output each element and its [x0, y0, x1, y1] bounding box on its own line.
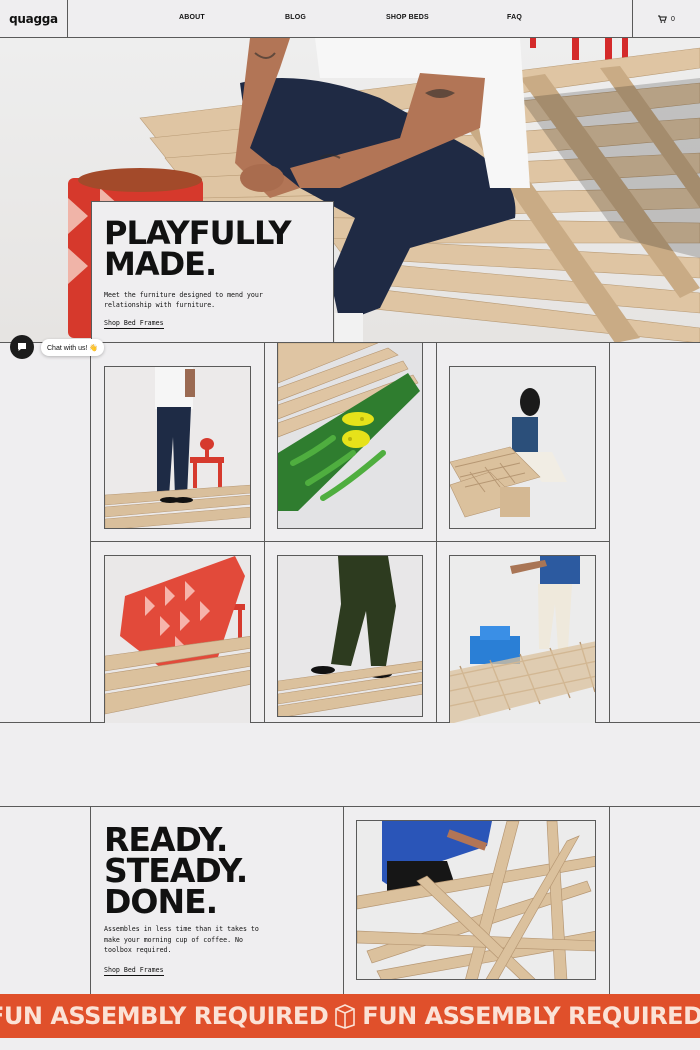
grid-divider — [0, 806, 700, 807]
grid-divider — [90, 343, 91, 723]
nav-faq[interactable]: FAQ — [507, 14, 522, 21]
chat-icon — [18, 343, 26, 351]
assembly-photo[interactable] — [356, 820, 596, 980]
hero-title-line-2: MADE. — [104, 245, 217, 283]
grid-divider — [436, 343, 437, 723]
grid-divider — [264, 343, 265, 723]
hero-description: Meet the furniture designed to mend your… — [104, 291, 263, 309]
cart-icon — [658, 15, 667, 23]
ready-description: Assembles in less time than it takes to … — [104, 925, 259, 954]
product-photo-crate-image — [450, 556, 595, 723]
grid-divider — [609, 806, 610, 994]
marquee-text: FUN ASSEMBLY REQUIRED — [0, 1002, 329, 1030]
hero-section: PLAYFULLY MADE. Meet the furniture desig… — [0, 38, 700, 343]
product-photo-standing-image — [105, 367, 250, 528]
ready-title-line-3: DONE. — [104, 882, 218, 921]
product-photo-mat-image — [278, 343, 422, 528]
nav-blog[interactable]: BLOG — [285, 14, 306, 21]
marquee-text: FUN ASSEMBLY REQUIRED — [362, 1002, 700, 1030]
product-photo-blanket-image — [105, 556, 250, 723]
assembly-photo-image — [357, 821, 595, 979]
marquee-banner: FUN ASSEMBLY REQUIRED FUN ASSEMBLY REQUI… — [0, 994, 700, 1038]
chat-button[interactable] — [10, 335, 34, 359]
shop-bed-frames-link[interactable]: Shop Bed Frames — [104, 319, 164, 329]
bottom-strip — [0, 1038, 700, 1050]
grid-divider — [343, 806, 344, 994]
nav-about[interactable]: ABOUT — [179, 14, 205, 21]
cart-button[interactable]: 0 — [632, 0, 700, 38]
logo[interactable]: quagga — [0, 0, 68, 38]
hero-card: PLAYFULLY MADE. Meet the furniture desig… — [91, 201, 334, 342]
grid-divider — [90, 541, 610, 542]
nav-shop-beds[interactable]: SHOP BEDS — [386, 14, 429, 21]
product-photo-blanket[interactable] — [104, 555, 251, 723]
hero-title: PLAYFULLY MADE. — [104, 217, 321, 283]
grid-divider — [609, 343, 610, 723]
ready-title: READY. STEADY. DONE. — [104, 823, 248, 921]
site-header: quagga ABOUT BLOG SHOP BEDS FAQ 0 — [0, 0, 700, 38]
product-photo-grid-woman[interactable] — [449, 366, 596, 529]
box-icon — [335, 1004, 356, 1029]
product-photo-mat[interactable] — [277, 343, 423, 529]
cart-count: 0 — [671, 15, 675, 23]
shop-bed-frames-link-2[interactable]: Shop Bed Frames — [104, 966, 164, 976]
product-photo-walking-image — [278, 556, 422, 716]
product-photo-crate[interactable] — [449, 555, 596, 723]
product-photo-standing[interactable] — [104, 366, 251, 529]
grid-divider — [90, 806, 91, 994]
product-photo-walking[interactable] — [277, 555, 423, 717]
product-photo-grid-woman-image — [450, 367, 595, 528]
chat-bubble[interactable]: Chat with us! 👋 — [41, 339, 105, 356]
